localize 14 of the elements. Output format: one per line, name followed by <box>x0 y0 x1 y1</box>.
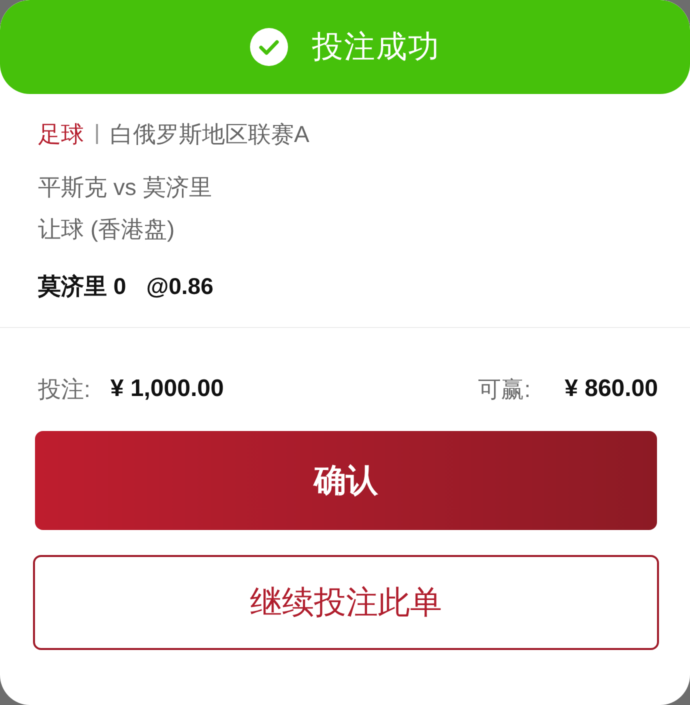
match-teams: 平斯克 vs 莫济里 <box>38 173 213 202</box>
confirm-button[interactable]: 确认 <box>35 431 657 530</box>
league-name: 白俄罗斯地区联赛A <box>110 120 310 149</box>
summary-label: 投注: <box>38 375 90 404</box>
summary-label: 可赢: <box>478 375 531 404</box>
summary-amount: ¥ 1,000.00 <box>110 374 224 404</box>
bet-selection: 莫济里 0 <box>38 272 126 301</box>
bet-odds: @0.86 <box>146 272 214 301</box>
market-type: 让球 (香港盘) <box>38 215 176 244</box>
continue-betting-button[interactable]: 继续投注此单 <box>33 555 659 650</box>
summary-amount: ¥ 860.00 <box>564 374 658 404</box>
check-circle-icon <box>250 28 288 66</box>
banner-title: 投注成功 <box>312 28 440 66</box>
sport-label: 足球 <box>38 120 84 149</box>
